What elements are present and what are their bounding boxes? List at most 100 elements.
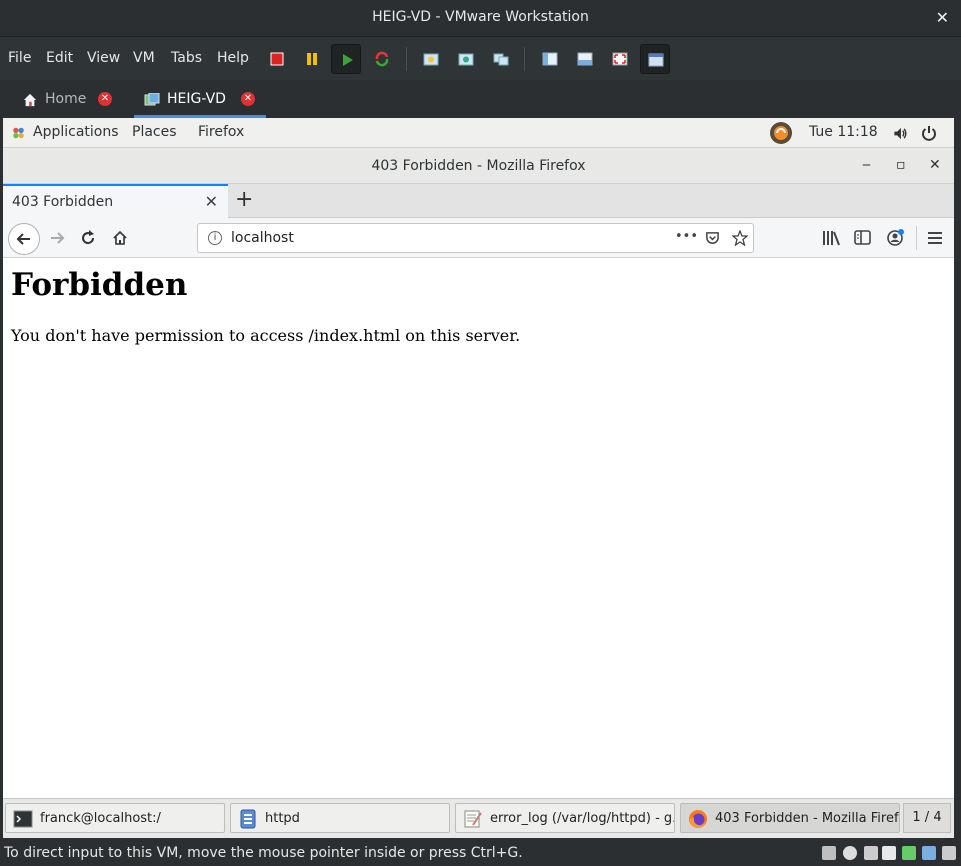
taskbar-item-label: httpd (265, 811, 300, 826)
applications-icon (13, 127, 24, 139)
back-arrow-icon (16, 233, 30, 245)
snapshot-manager-icon (493, 53, 509, 66)
clock[interactable]: Tue 11:18 (809, 124, 878, 140)
sidebar-icon[interactable] (854, 230, 871, 245)
taskbar-item-label: error_log (/var/log/httpd) - g... (490, 811, 675, 826)
menu-vm[interactable]: VM (133, 50, 155, 66)
browser-tab-title: 403 Forbidden (12, 194, 114, 210)
taskbar-item-firefox[interactable]: 403 Forbidden - Mozilla Firef... (680, 803, 900, 833)
home-icon (113, 230, 127, 245)
places-menu[interactable]: Places (132, 124, 177, 140)
full-screen-button[interactable] (605, 44, 635, 74)
power-on-button[interactable] (331, 44, 361, 74)
firefox-navigation-bar: i localhost ••• (3, 218, 954, 258)
reload-icon (82, 230, 95, 245)
snapshot-button[interactable] (416, 44, 446, 74)
system-updates-icon[interactable] (769, 121, 793, 145)
terminal-icon (13, 810, 33, 828)
show-thumbnail-button[interactable] (570, 44, 600, 74)
site-info-icon[interactable]: i (208, 231, 222, 245)
show-library-button[interactable] (535, 44, 565, 74)
new-tab-button[interactable]: + (235, 187, 253, 212)
firefox-tab-bar: 403 Forbidden ✕ + (3, 184, 954, 218)
status-message: To direct input to this VM, move the mou… (4, 845, 523, 861)
thumbnail-view-icon (577, 52, 593, 66)
close-window-button[interactable]: ✕ (929, 157, 941, 173)
full-screen-icon (612, 52, 628, 66)
taskbar-item-terminal[interactable]: franck@localhost:/ (5, 803, 225, 833)
home-button[interactable] (108, 226, 132, 250)
vmware-close-button[interactable]: ✕ (936, 8, 949, 27)
reset-button[interactable] (367, 44, 397, 74)
menu-edit[interactable]: Edit (46, 50, 73, 66)
error-message: You don't have permission to access /ind… (11, 326, 521, 345)
forward-arrow-icon (51, 232, 65, 244)
close-tab-button[interactable]: ✕ (205, 192, 218, 211)
toolbar-separator (524, 47, 525, 71)
network-adapter-icon[interactable] (902, 846, 916, 860)
page-actions-button[interactable]: ••• (675, 229, 698, 244)
stop-icon (270, 52, 284, 66)
unity-button[interactable] (640, 44, 670, 74)
sound-card-icon[interactable] (942, 846, 956, 860)
firefox-app-menu[interactable]: Firefox (198, 124, 244, 140)
page-content: Forbidden You don't have permission to a… (3, 258, 954, 798)
vmware-menubar: File Edit View VM Tabs Help (0, 36, 961, 80)
firefox-window-title: 403 Forbidden - Mozilla Firefox (371, 158, 586, 174)
text-editor-icon (464, 810, 482, 828)
suspend-button[interactable] (297, 44, 327, 74)
vmware-titlebar: HEIG-VD - VMware Workstation ✕ (0, 0, 961, 36)
play-icon (343, 54, 353, 66)
taskbar-item-label: franck@localhost:/ (40, 811, 161, 826)
gnome-top-bar: Applications Places Firefox Tue 11:18 (3, 118, 954, 148)
menu-help[interactable]: Help (217, 50, 249, 66)
bookmark-star-icon[interactable] (732, 230, 748, 246)
forward-button[interactable] (45, 226, 69, 250)
vmware-tab-label: Home (45, 91, 87, 107)
taskbar-item-text-editor[interactable]: error_log (/var/log/httpd) - g... (455, 803, 675, 833)
account-icon[interactable] (886, 228, 906, 246)
hard-disk-icon[interactable] (822, 846, 836, 860)
menu-file[interactable]: File (8, 50, 31, 66)
pocket-icon[interactable] (705, 231, 720, 246)
applications-menu[interactable]: Applications (33, 124, 119, 140)
power-icon[interactable] (921, 125, 937, 141)
vmware-tab-bar: Home ✕ HEIG-VD ✕ (0, 80, 961, 118)
reload-button[interactable] (76, 226, 100, 250)
power-off-button[interactable] (262, 44, 292, 74)
revert-snapshot-button[interactable] (451, 44, 481, 74)
vm-frame (954, 118, 961, 838)
volume-icon[interactable] (892, 126, 908, 141)
menu-tabs[interactable]: Tabs (171, 50, 202, 66)
console-view-icon (648, 53, 664, 67)
pause-icon (307, 53, 317, 65)
address-bar[interactable]: i localhost ••• (197, 223, 754, 253)
vm-icon (144, 93, 160, 106)
vmware-status-bar: To direct input to this VM, move the mou… (0, 838, 961, 866)
snapshot-manager-button[interactable] (486, 44, 516, 74)
maximize-button[interactable]: ▫ (896, 157, 906, 173)
back-button[interactable] (8, 223, 40, 255)
printer-icon[interactable] (882, 846, 896, 860)
usb-device-icon[interactable] (864, 846, 878, 860)
url-text[interactable]: localhost (231, 230, 294, 246)
firefox-titlebar: 403 Forbidden - Mozilla Firefox ‒ ▫ ✕ (3, 148, 954, 184)
taskbar-item-files[interactable]: httpd (230, 803, 450, 833)
browser-tab[interactable]: 403 Forbidden ✕ (3, 184, 228, 218)
guest-display[interactable]: Applications Places Firefox Tue 11:18 40… (3, 118, 954, 838)
firefox-icon (689, 810, 707, 829)
menu-icon[interactable] (928, 231, 942, 245)
home-icon (23, 93, 37, 107)
close-tab-icon[interactable]: ✕ (241, 92, 255, 106)
workspace-switcher[interactable]: 1 / 4 (903, 803, 951, 833)
vmware-tab-home[interactable]: Home ✕ (14, 84, 126, 118)
file-manager-icon (240, 809, 256, 829)
minimize-button[interactable]: ‒ (862, 157, 871, 173)
menu-view[interactable]: View (87, 50, 120, 66)
close-tab-icon[interactable]: ✕ (98, 92, 112, 106)
library-icon[interactable] (822, 230, 840, 246)
vmware-tab-heig-vd[interactable]: HEIG-VD ✕ (134, 84, 266, 118)
library-view-icon (542, 52, 558, 66)
display-icon[interactable] (922, 846, 936, 860)
cd-drive-icon[interactable] (843, 846, 857, 860)
